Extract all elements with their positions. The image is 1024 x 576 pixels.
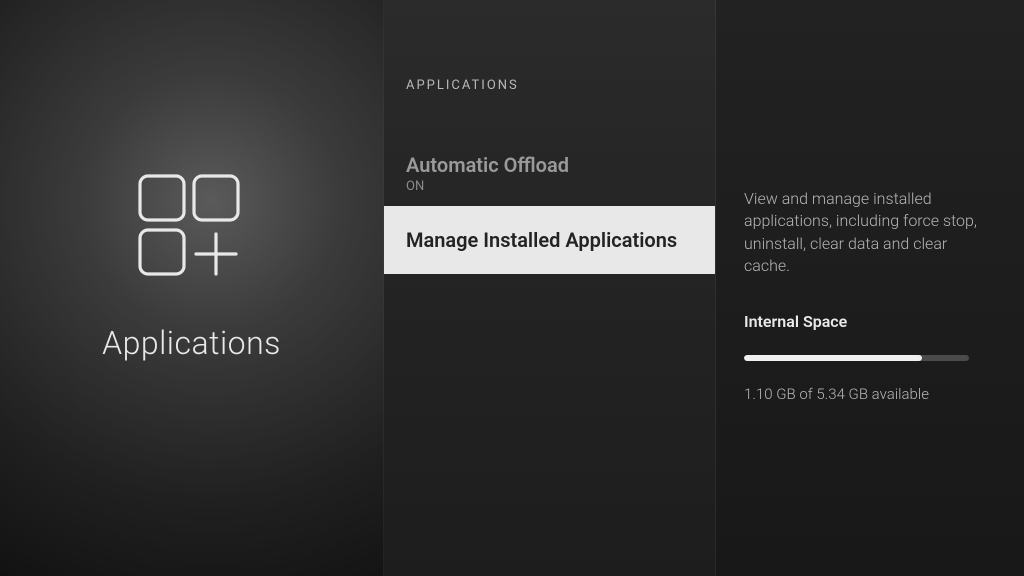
settings-list: APPLICATIONS Automatic Offload ON Manage… [384,0,716,576]
section-header: APPLICATIONS [384,78,715,93]
category-title: Applications [102,324,281,362]
category-panel: Applications [0,0,384,576]
menu-item-automatic-offload[interactable]: Automatic Offload ON [384,141,715,206]
storage-progress-bar [744,355,969,361]
storage-available-text: 1.10 GB of 5.34 GB available [744,385,984,403]
storage-progress-fill [744,355,922,361]
applications-icon [122,174,260,284]
description-text: View and manage installed applications, … [744,188,984,278]
detail-panel: View and manage installed applications, … [716,0,1024,576]
menu-item-title: Manage Installed Applications [406,228,693,252]
menu-item-value: ON [406,179,693,194]
storage-heading: Internal Space [744,312,984,331]
menu-item-manage-installed-applications[interactable]: Manage Installed Applications [384,206,715,274]
menu-item-title: Automatic Offload [406,153,693,177]
